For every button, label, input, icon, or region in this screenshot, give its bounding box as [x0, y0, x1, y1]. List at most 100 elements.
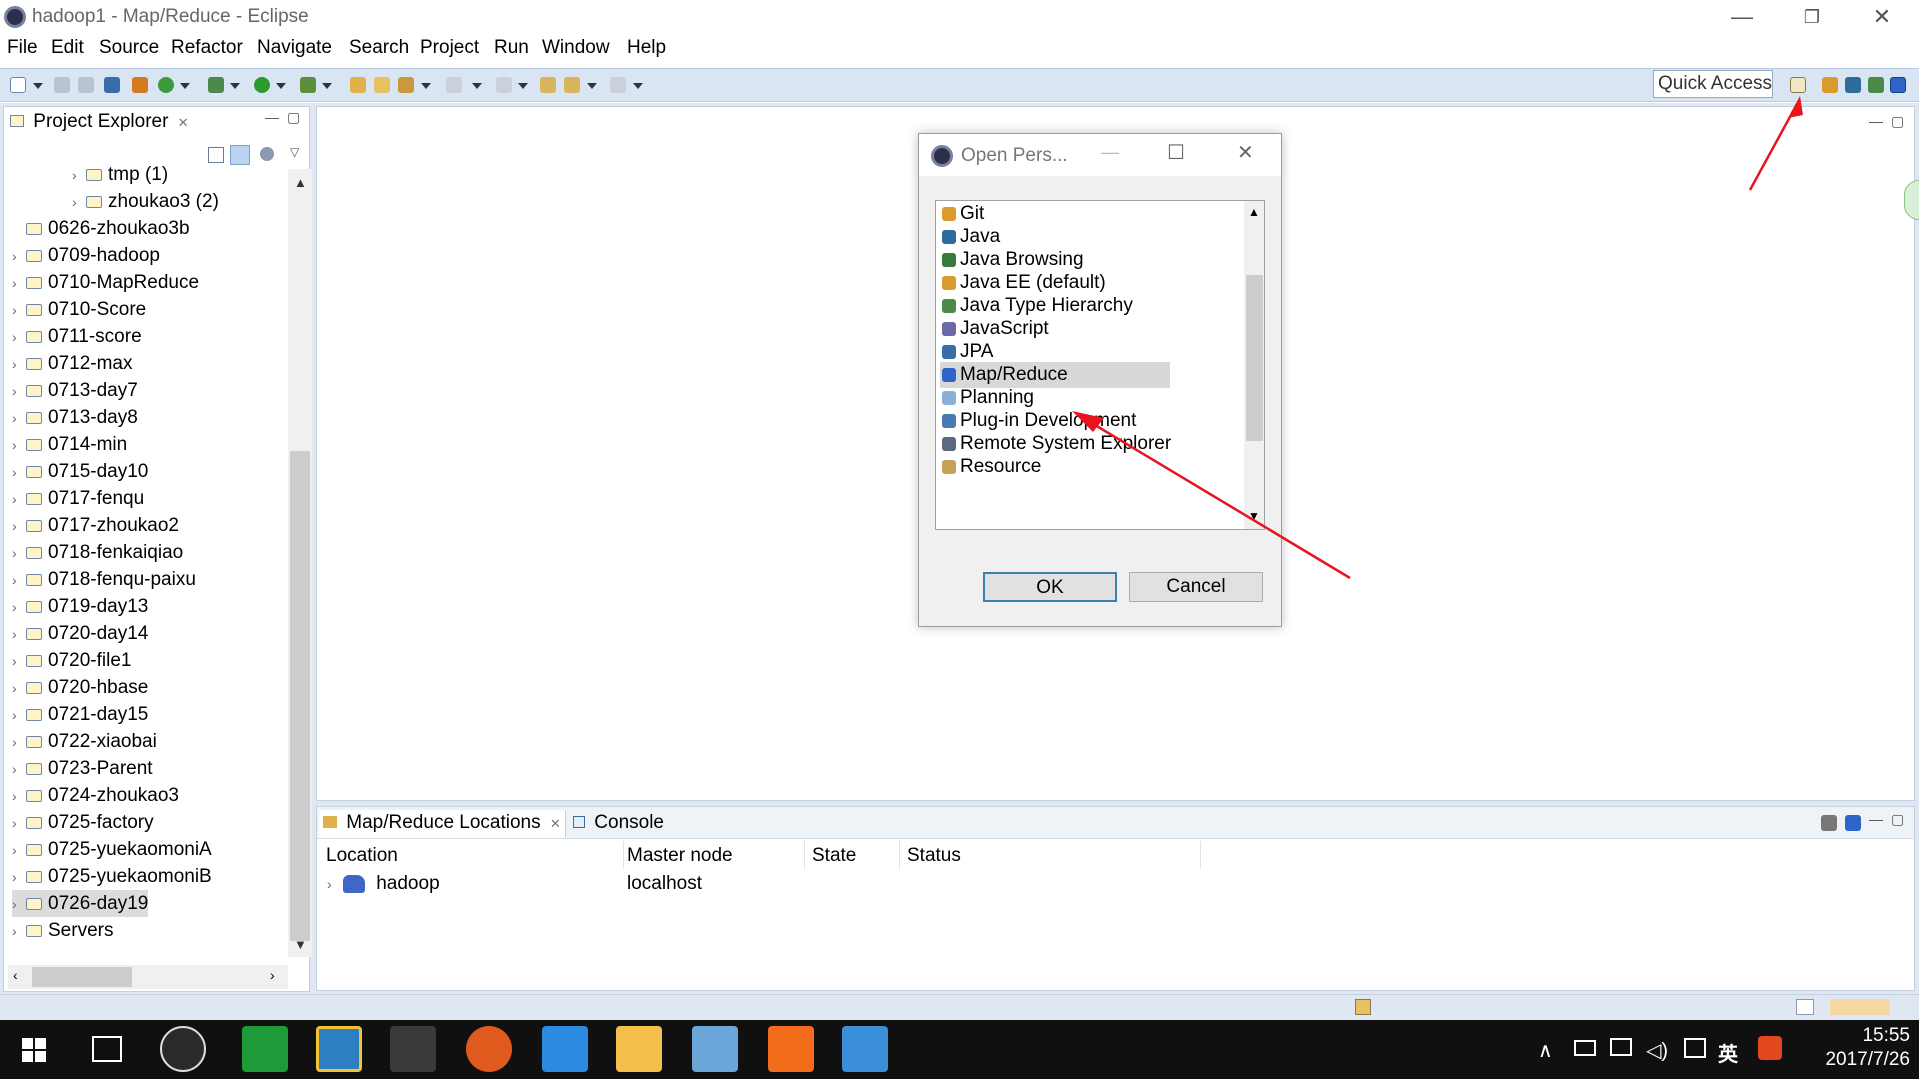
- ok-button[interactable]: OK: [983, 572, 1117, 602]
- mapreduce-perspective-icon[interactable]: [1890, 77, 1906, 93]
- expand-chevron-icon[interactable]: ›: [12, 783, 26, 810]
- menu-refactor[interactable]: Refactor: [171, 37, 243, 59]
- tree-item[interactable]: › 0725-yuekaomoniA: [12, 836, 212, 863]
- expand-chevron-icon[interactable]: ›: [12, 378, 26, 405]
- expand-chevron-icon[interactable]: ›: [12, 513, 26, 540]
- new-location-icon[interactable]: [1821, 815, 1837, 831]
- expand-chevron-icon[interactable]: ›: [12, 324, 26, 351]
- run-icon[interactable]: [254, 77, 270, 93]
- menu-source[interactable]: Source: [99, 37, 159, 59]
- tree-item[interactable]: › 0720-file1: [12, 647, 131, 674]
- table-row[interactable]: › hadoop: [327, 873, 440, 895]
- next-annotation-dropdown-icon[interactable]: [472, 83, 482, 89]
- scroll-left-icon[interactable]: ‹: [13, 967, 18, 983]
- expand-chevron-icon[interactable]: ›: [12, 270, 26, 297]
- tray-expand-icon[interactable]: ∧: [1538, 1038, 1553, 1063]
- expand-chevron-icon[interactable]: ›: [12, 756, 26, 783]
- tree-item[interactable]: › 0725-yuekaomoniB: [12, 863, 212, 890]
- external-tools-dropdown-icon[interactable]: [322, 83, 332, 89]
- tree-item[interactable]: › 0710-Score: [12, 296, 146, 323]
- perspective-item[interactable]: Map/Reduce: [940, 362, 1170, 388]
- debug-icon[interactable]: [208, 77, 224, 93]
- tree-item[interactable]: › 0715-day10: [12, 458, 148, 485]
- tree-item[interactable]: › 0709-hadoop: [12, 242, 160, 269]
- perspective-item[interactable]: JPA: [940, 339, 1170, 365]
- menu-navigate[interactable]: Navigate: [257, 37, 332, 59]
- status-tray-icon[interactable]: [1796, 999, 1814, 1015]
- refresh-icon[interactable]: [158, 77, 174, 93]
- console-icon[interactable]: [104, 77, 120, 93]
- tab-console[interactable]: Console: [569, 810, 668, 838]
- taskbar-file-explorer-icon[interactable]: [616, 1026, 662, 1072]
- tree-item[interactable]: › 0712-max: [12, 350, 133, 377]
- tray-network-icon[interactable]: [1610, 1038, 1632, 1056]
- expand-chevron-icon[interactable]: ›: [72, 189, 86, 216]
- expand-chevron-icon[interactable]: ›: [12, 567, 26, 594]
- tree-item[interactable]: › 0710-MapReduce: [12, 269, 199, 296]
- hadoop-elephant-icon[interactable]: [1845, 815, 1861, 831]
- scroll-right-icon[interactable]: ›: [270, 967, 275, 983]
- open-type-icon[interactable]: [374, 77, 390, 93]
- prev-annotation-dropdown-icon[interactable]: [518, 83, 528, 89]
- tray-sogou-icon[interactable]: [1758, 1036, 1782, 1060]
- menu-run[interactable]: Run: [494, 37, 529, 59]
- external-tools-icon[interactable]: [300, 77, 316, 93]
- editor-maximize-icon[interactable]: ▢: [1891, 113, 1904, 130]
- perspective-list-scrollbar[interactable]: ▲ ▼: [1244, 201, 1264, 529]
- explorer-horizontal-scrollbar[interactable]: ‹ ›: [8, 965, 288, 989]
- tree-item[interactable]: › 0726-day19: [12, 890, 149, 918]
- col-state[interactable]: State: [812, 845, 856, 867]
- tree-item[interactable]: › Servers: [12, 917, 113, 944]
- menu-file[interactable]: File: [7, 37, 38, 59]
- status-extra-icons[interactable]: [1830, 999, 1890, 1015]
- expand-chevron-icon[interactable]: ›: [12, 810, 26, 837]
- java-ee-perspective-icon[interactable]: [1822, 77, 1838, 93]
- taskbar-app2-icon[interactable]: [768, 1026, 814, 1072]
- taskbar-clock[interactable]: 15:55 2017/7/26: [1810, 1024, 1910, 1072]
- close-button[interactable]: ✕: [1852, 2, 1912, 32]
- taskbar-app-icon[interactable]: [160, 1026, 206, 1072]
- perspective-item[interactable]: Java EE (default): [940, 270, 1170, 296]
- perspective-list[interactable]: Resource Remote System Explorer Plug-in De…: [935, 200, 1265, 530]
- minimize-button[interactable]: —: [1712, 2, 1772, 32]
- last-edit-icon[interactable]: [540, 77, 556, 93]
- search-tool-icon[interactable]: [398, 77, 414, 93]
- menu-edit[interactable]: Edit: [51, 37, 84, 59]
- explorer-scroll-thumb[interactable]: [290, 451, 310, 941]
- quick-access-field[interactable]: Quick Access: [1653, 70, 1773, 98]
- close-tab-icon[interactable]: ✕: [550, 816, 561, 831]
- menu-search[interactable]: Search: [349, 37, 409, 59]
- close-view-icon[interactable]: ✕: [178, 115, 189, 130]
- explorer-vertical-scrollbar[interactable]: ▲ ▼: [288, 169, 312, 957]
- cancel-button[interactable]: Cancel: [1129, 572, 1263, 602]
- tray-battery-icon[interactable]: [1574, 1040, 1596, 1056]
- new-icon[interactable]: [10, 77, 26, 93]
- tree-item[interactable]: › 0714-min: [12, 431, 127, 458]
- debug-dropdown-icon[interactable]: [230, 83, 240, 89]
- perspective-item[interactable]: Java Browsing: [940, 247, 1170, 273]
- expand-chevron-icon[interactable]: ›: [12, 432, 26, 459]
- task-view-icon[interactable]: [92, 1036, 122, 1062]
- save-all-icon[interactable]: [78, 77, 94, 93]
- menu-project[interactable]: Project: [420, 37, 479, 59]
- tree-item[interactable]: › 0722-xiaobai: [12, 728, 157, 755]
- expand-chevron-icon[interactable]: ›: [12, 729, 26, 756]
- tree-item[interactable]: › tmp (1): [72, 161, 168, 188]
- forward-icon[interactable]: [610, 77, 626, 93]
- tree-item[interactable]: › 0717-zhoukao2: [12, 512, 179, 539]
- taskbar-firefox-icon[interactable]: [466, 1026, 512, 1072]
- perspective-item[interactable]: Plug-in Development: [940, 408, 1170, 434]
- expand-chevron-icon[interactable]: ›: [12, 540, 26, 567]
- expand-chevron-icon[interactable]: ›: [12, 891, 26, 918]
- tree-item[interactable]: › 0720-hbase: [12, 674, 148, 701]
- tree-item[interactable]: › 0713-day8: [12, 404, 138, 431]
- perspective-item[interactable]: Planning: [940, 385, 1170, 411]
- menu-help[interactable]: Help: [627, 37, 666, 59]
- back-dropdown-icon[interactable]: [587, 83, 597, 89]
- expand-chevron-icon[interactable]: ›: [12, 405, 26, 432]
- perspective-item[interactable]: Git: [940, 201, 1170, 227]
- editor-minimize-icon[interactable]: —: [1869, 113, 1883, 129]
- build-icon[interactable]: [132, 77, 148, 93]
- back-icon[interactable]: [564, 77, 580, 93]
- expand-chevron-icon[interactable]: ›: [12, 297, 26, 324]
